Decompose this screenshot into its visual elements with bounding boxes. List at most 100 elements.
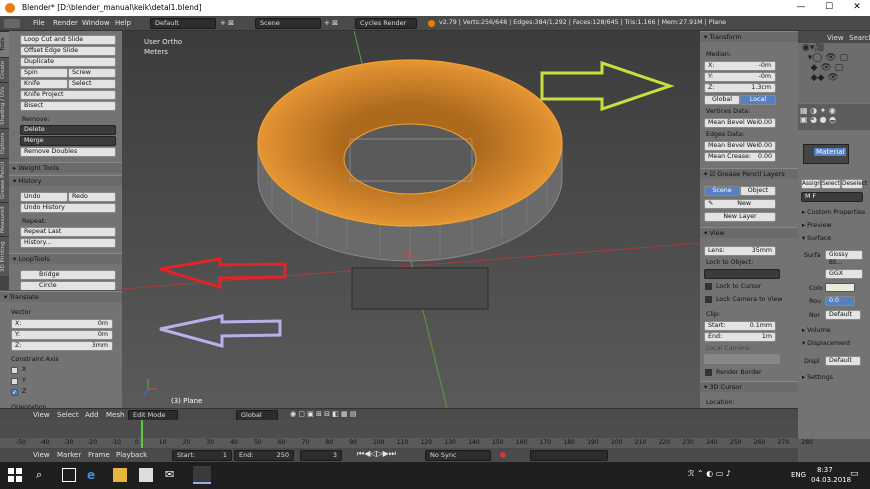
3d-viewport[interactable]: User Ortho Meters (3) Plane [122,31,700,408]
lock-cursor-checkbox[interactable] [705,283,712,290]
timeline-frame-menu[interactable]: Frame [88,451,110,459]
displ-field[interactable]: Default [825,356,861,366]
file-explorer-icon[interactable] [113,468,127,482]
render-border-checkbox[interactable] [705,369,712,376]
weight-tools-panel[interactable]: ▸ Weight Tools [9,162,122,173]
view3d-add-menu[interactable]: Add [85,411,99,419]
redo-button[interactable]: Redo [68,192,116,202]
local-camera-field[interactable] [704,354,780,364]
undo-button[interactable]: Undo [20,192,68,202]
view-panel[interactable]: ▾ View [700,227,798,238]
material-slot[interactable]: Material [814,148,847,156]
deselect-button[interactable]: Deselect [841,179,867,189]
translate-z-field[interactable]: Z: 3mm [11,341,113,351]
outliner-view-menu[interactable]: View [827,34,844,42]
median-x-field[interactable]: X: -0m [704,61,776,71]
transform-panel[interactable]: ▾ Transform [700,31,798,42]
color-swatch[interactable] [825,283,855,292]
translate-x-field[interactable]: X: 0m [11,319,113,329]
maximize-button[interactable]: ☐ [823,2,835,14]
timeline-playback-menu[interactable]: Playback [116,451,147,459]
menu-render[interactable]: Render [53,19,78,27]
bridge-button[interactable]: Bridge [20,270,116,280]
knife-button[interactable]: Knife [20,79,68,89]
undo-history-button[interactable]: Undo History [20,203,116,213]
history-panel[interactable]: ▾ History [9,175,122,186]
global-toggle[interactable]: Global [704,95,740,105]
tab-tools[interactable]: Tools [0,31,9,57]
custom-props-panel[interactable]: ▸ Custom Properties [802,209,865,216]
loop-cut-button[interactable]: Loop Cut and Slide [20,35,116,45]
new-layer-button[interactable]: New Layer [704,212,776,222]
lock-camera-checkbox[interactable] [705,296,712,303]
looptools-panel[interactable]: ▾ LoopTools [9,253,122,264]
tab-options[interactable]: Options [0,128,9,158]
sync-select[interactable]: No Sync [425,450,491,461]
tab-3d-printing[interactable]: 3D Printing [0,236,9,276]
minimize-button[interactable]: — [795,2,807,14]
tab-create[interactable]: Create [0,57,9,82]
ggx-select[interactable]: GGX [825,269,863,279]
gp-scene-toggle[interactable]: Scene [704,186,740,196]
constraint-x-checkbox[interactable] [11,367,18,374]
clip-end-field[interactable]: End: 1m [704,332,776,342]
translate-header[interactable]: ▾ Translate [0,291,131,302]
tab-grease-pencil[interactable]: Grease Pencil [0,158,9,202]
task-view-icon[interactable] [62,468,76,482]
settings-panel[interactable]: ▸ Settings [802,374,833,381]
current-frame-line[interactable] [141,420,143,448]
start-frame-field[interactable]: Start: 1 [172,450,232,461]
surface-shader-field[interactable]: Glossy BS... [825,250,863,266]
render-engine-select[interactable]: Cycles Render [355,18,417,29]
tab-shading-uvs[interactable]: Shading / UVs [0,82,9,128]
view3d-view-menu[interactable]: View [33,411,50,419]
gp-new-button[interactable]: ✎ New [704,199,776,209]
constraint-z-checkbox[interactable]: ✓ [11,389,18,396]
edge-icon[interactable]: e [87,468,101,482]
vert-mean-bevel-field[interactable]: Mean Bevel Wei: 0.00 [704,118,776,128]
current-frame-field[interactable]: 3 [300,450,342,461]
notifications-icon[interactable]: ▭ [850,469,859,479]
menu-file[interactable]: File [33,19,45,27]
windows-start-icon[interactable] [8,468,22,482]
median-y-field[interactable]: Y: -0m [704,72,776,82]
editor-type-icon[interactable] [4,19,20,28]
merge-menu[interactable]: Merge [20,136,116,146]
knife-project-button[interactable]: Knife Project [20,90,116,100]
3d-cursor-panel[interactable]: ▾ 3D Cursor [700,381,798,392]
header-tool-icons[interactable]: ◉ ▢ ▣ ⊞ ⊟ ◧ ▦ ▤ [290,410,356,418]
end-frame-field[interactable]: End: 250 [234,450,294,461]
knife-select-button[interactable]: Select [68,79,116,89]
material-datablock[interactable]: M F [801,192,863,202]
material-slot-list[interactable]: Material [803,144,849,164]
tray-icons[interactable]: ℛ ⌃ ◐ ▭ ♪ [688,469,731,478]
clip-start-field[interactable]: Start: 0.1mm [704,321,776,331]
properties-tab-icons[interactable]: ▦ ◑ ✦ ◉ ▣ ◕ ● ◓ [800,106,836,124]
repeat-last-button[interactable]: Repeat Last [20,227,116,237]
volume-panel[interactable]: ▸ Volume [802,327,831,334]
close-button[interactable]: ✕ [851,2,863,14]
lock-object-field[interactable] [704,269,780,279]
translate-y-field[interactable]: Y: 0m [11,330,113,340]
timeline-view-menu[interactable]: View [33,451,50,459]
view3d-mesh-menu[interactable]: Mesh [106,411,124,419]
language-indicator[interactable]: ENG [791,471,806,479]
screw-button[interactable]: Screw [68,68,116,78]
playback-controls[interactable]: ⏮◀◁▷▶⏭ [357,449,396,459]
median-z-field[interactable]: Z: 1.3cm [704,83,776,93]
select-button[interactable]: Select [821,179,841,189]
normal-field[interactable]: Default [825,310,861,320]
clock-date[interactable]: 04.03.2018 [811,476,851,484]
keying-set-field[interactable] [530,450,608,461]
timeline[interactable]: -50 -40 -30 -20 -10 0 10 20 30 40 50 60 70 80 90 100 110… [0,420,813,448]
bisect-button[interactable]: Bisect [20,101,116,111]
roughness-field[interactable]: 0.0 [825,296,855,306]
surface-panel[interactable]: ▾ Surface [802,235,831,242]
view3d-select-menu[interactable]: Select [57,411,79,419]
scene-select[interactable]: Scene [255,18,321,29]
remove-doubles-button[interactable]: Remove Doubles [20,147,116,157]
store-icon[interactable] [139,468,153,482]
displacement-panel[interactable]: ▾ Displacement [802,340,850,347]
tab-measureit[interactable]: Measureit [0,202,9,236]
duplicate-button[interactable]: Duplicate [20,57,116,67]
